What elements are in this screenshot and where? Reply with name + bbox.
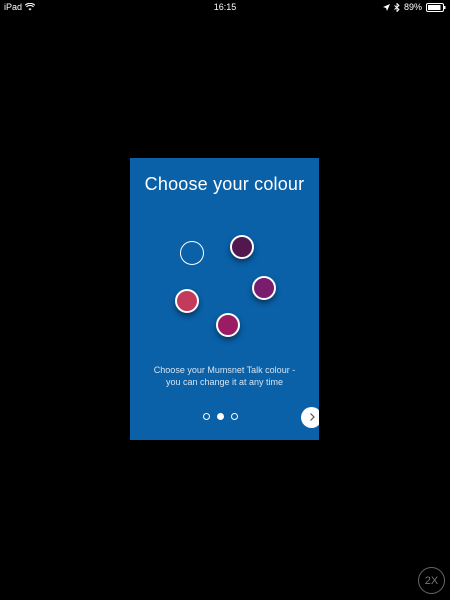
card-subtitle-line1: Choose your Mumsnet Talk colour - bbox=[153, 365, 296, 375]
card-title: Choose your colour bbox=[144, 174, 305, 194]
page-dot-3[interactable] bbox=[231, 413, 238, 420]
colour-swatch-blue[interactable] bbox=[180, 241, 204, 265]
colour-swatch-purple[interactable] bbox=[252, 276, 276, 300]
status-bar: iPad 16:15 89% bbox=[0, 0, 450, 14]
bluetooth-icon bbox=[394, 2, 400, 12]
colour-swatch-dark-purple[interactable] bbox=[230, 235, 254, 259]
status-right: 89% bbox=[382, 0, 446, 14]
battery-percent: 89% bbox=[403, 2, 422, 12]
battery-icon bbox=[426, 2, 446, 12]
card-subtitle: Choose your Mumsnet Talk colour - you ca… bbox=[130, 364, 319, 388]
chevron-right-icon bbox=[308, 409, 316, 427]
next-button[interactable] bbox=[301, 407, 319, 428]
colour-picker-card: Choose your colour Choose your Mumsnet T… bbox=[130, 158, 319, 440]
page-dot-1[interactable] bbox=[203, 413, 210, 420]
zoom-2x-button[interactable]: 2X bbox=[418, 567, 445, 594]
colour-swatch-raspberry[interactable] bbox=[175, 289, 199, 313]
colour-swatch-magenta[interactable] bbox=[216, 313, 240, 337]
page-indicator bbox=[203, 413, 238, 420]
location-icon bbox=[382, 3, 390, 11]
card-subtitle-line2: you can change it at any time bbox=[165, 377, 284, 387]
page-dot-2[interactable] bbox=[217, 413, 224, 420]
